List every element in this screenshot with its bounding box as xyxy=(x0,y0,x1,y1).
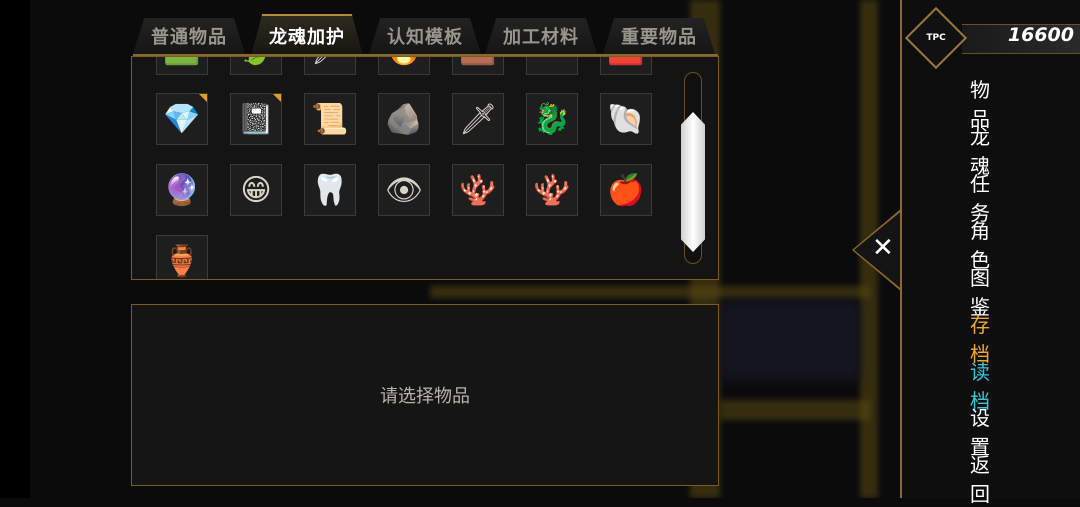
red-apple-icon: 🍎 xyxy=(607,172,645,208)
crystal-cluster-icon: 💎 xyxy=(163,101,201,137)
item-slot[interactable]: 🐚 xyxy=(600,93,652,145)
new-marker xyxy=(199,94,207,102)
item-description-panel: 请选择物品 xyxy=(131,304,719,486)
item-slot[interactable]: 🟩 xyxy=(156,57,208,75)
dagger-hilt-icon: 🗡 xyxy=(311,57,349,67)
new-marker xyxy=(273,94,281,102)
category-tabs: 普通物品 龙魂加护 认知模板 加工材料 重要物品 xyxy=(133,14,718,56)
item-slot[interactable]: 🐉 xyxy=(526,93,578,145)
crystal-pendant-icon: 🔮 xyxy=(163,172,201,208)
item-slot[interactable]: ⚪ xyxy=(526,57,578,75)
green-leaf-icon: 🍃 xyxy=(237,57,274,67)
item-slot[interactable]: 😁 xyxy=(230,164,282,216)
item-scrollbar-thumb[interactable] xyxy=(681,112,705,252)
item-slot[interactable]: 🟥 xyxy=(600,57,652,75)
clay-pot-icon: 🏺 xyxy=(163,243,201,279)
item-slot[interactable]: 💎 xyxy=(156,93,208,145)
dragon-head-icon: 🐉 xyxy=(533,101,571,137)
golden-scale-icon: 🐚 xyxy=(607,101,645,137)
red-scroll-icon: 🟥 xyxy=(607,57,644,67)
currency-amount: 16600 xyxy=(1007,24,1074,46)
dark-book-icon: 📓 xyxy=(237,101,275,137)
curved-dagger-icon: 🗡 xyxy=(458,101,498,137)
close-icon[interactable]: ✕ xyxy=(872,233,894,263)
dragon-eye-icon: 👁 xyxy=(384,172,424,208)
item-slot[interactable]: 🔥 xyxy=(378,57,430,75)
red-coral-icon: 🪸 xyxy=(459,172,497,208)
tab-dragon-soul[interactable]: 龙魂加护 xyxy=(251,14,363,56)
parchment-scroll-icon: 📜 xyxy=(311,101,349,137)
dark-coral-icon: 🪸 xyxy=(533,172,571,208)
menu-item-back[interactable]: 返回 xyxy=(970,449,1026,507)
tab-key-items[interactable]: 重要物品 xyxy=(603,18,715,54)
item-slot[interactable]: 🦷 xyxy=(304,164,356,216)
item-slot[interactable]: 🍎 xyxy=(600,164,652,216)
grinning-face-icon: 😁 xyxy=(240,172,272,208)
tab-crafting-materials[interactable]: 加工材料 xyxy=(485,18,597,54)
currency-display: TPC 16600 xyxy=(902,6,1080,70)
tab-normal-items[interactable]: 普通物品 xyxy=(133,18,245,54)
green-gem-icon: 🟩 xyxy=(163,57,200,67)
item-slot[interactable]: 🪨 xyxy=(378,93,430,145)
tpc-currency-icon: TPC xyxy=(904,6,968,70)
item-slot[interactable]: 🟫 xyxy=(452,57,504,75)
side-menu: TPC 16600 物品 龙魂 任务 角色 图鉴 存档 读档 设置 返回 xyxy=(900,0,1080,506)
item-slot[interactable]: 🗡 xyxy=(304,57,356,75)
item-slot[interactable]: 🔮 xyxy=(156,164,208,216)
blue-ore-icon: 🪨 xyxy=(385,101,423,137)
item-slot[interactable]: 👁 xyxy=(378,164,430,216)
item-slot[interactable]: 📓 xyxy=(230,93,282,145)
torch-icon: 🔥 xyxy=(385,57,422,67)
item-slot[interactable]: 🗡 xyxy=(452,93,504,145)
claw-fang-icon: 🦷 xyxy=(311,172,349,208)
item-slot[interactable]: 🏺 xyxy=(156,235,208,279)
item-grid-panel[interactable]: 🟩 🍃 🗡 🔥 🟫 ⚪ 🟥 💎 📓 📜 🪨 🗡 🐉 🐚 🔮 😁 🦷 👁 🪸 🪸 … xyxy=(131,56,719,280)
brown-item-icon: 🟫 xyxy=(459,57,496,67)
item-slot[interactable]: 🍃 xyxy=(230,57,282,75)
select-item-hint: 请选择物品 xyxy=(380,386,470,407)
item-slot[interactable]: 🪸 xyxy=(452,164,504,216)
stone-dish-icon: ⚪ xyxy=(539,57,564,67)
tab-cognition-template[interactable]: 认知模板 xyxy=(369,18,481,54)
item-slot[interactable]: 🪸 xyxy=(526,164,578,216)
item-slot[interactable]: 📜 xyxy=(304,93,356,145)
